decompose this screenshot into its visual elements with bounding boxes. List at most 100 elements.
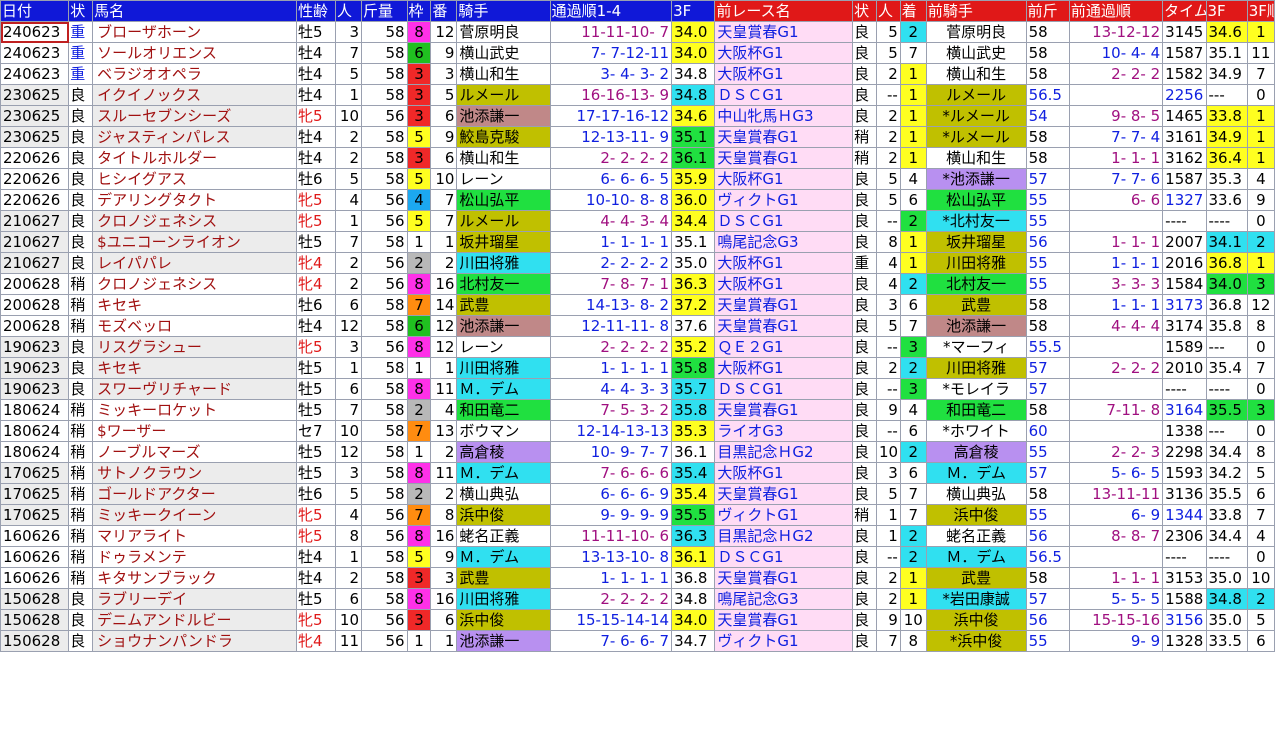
date-cell[interactable]: 220626 — [0, 147, 70, 169]
horse-number-cell: 1 — [430, 630, 458, 652]
col-header-prev-race[interactable]: 前レース名 — [714, 0, 854, 22]
date-cell[interactable]: 230625 — [0, 105, 70, 127]
col-header-number[interactable]: 番 — [430, 0, 458, 22]
date-cell[interactable]: 150628 — [0, 588, 70, 610]
date-cell[interactable]: 150628 — [0, 630, 70, 652]
table-row[interactable]: 170625 稍サトノクラウン 牡5 3 58 8 11 Ｍ．デム 7- 6- 6- 6 35.4… — [0, 462, 1275, 484]
date-cell[interactable]: 200628 — [0, 294, 70, 316]
col-header-horse[interactable]: 馬名 — [92, 0, 297, 22]
date-cell[interactable]: 240623 — [0, 21, 70, 43]
table-row[interactable]: 210627 良レイパパレ 牝4 2 56 2 2 川田将雅 2- 2- 2- 2 35.0 大阪杯… — [0, 252, 1275, 274]
date-cell[interactable]: 160626 — [0, 546, 70, 568]
table-row[interactable]: 230625 良スルーセブンシーズ 牝5 10 56 3 6 池添謙一 17-17-16-12 3… — [0, 105, 1275, 127]
date-cell[interactable]: 170625 — [0, 504, 70, 526]
table-row[interactable]: 230625 良イクイノックス 牡4 1 58 3 5 ルメール 16-16-13- 9 34.8… — [0, 84, 1275, 106]
table-row[interactable]: 220626 良ヒシイグアス 牡6 5 58 5 10 レーン 6- 6- 6- 5 35.9 大阪… — [0, 168, 1275, 190]
table-row[interactable]: 170625 稍ゴールドアクター 牡6 5 58 2 2 横山典弘 6- 6- 6- 9 35.4… — [0, 483, 1275, 505]
col-header-popularity[interactable]: 人 — [334, 0, 363, 22]
date-cell[interactable]: 200628 — [0, 273, 70, 295]
table-row[interactable]: 200628 稍モズベッロ 牡4 12 58 6 12 池添謙一 12-11-11- 8 37.6… — [0, 315, 1275, 337]
table-row[interactable]: 200628 稍キセキ 牡6 6 58 7 14 武豊 14-13- 8- 2 37.2 天皇賞春G… — [0, 294, 1275, 316]
table-row[interactable]: 240623 重ベラジオオペラ 牡4 5 58 3 3 横山和生 3- 4- 3- 2 34.8 大… — [0, 63, 1275, 85]
col-header-prev-time[interactable]: タイム — [1162, 0, 1207, 22]
date-cell[interactable]: 160626 — [0, 525, 70, 547]
prev-race-name-cell: 天皇賞春G1 — [714, 567, 854, 589]
popularity-cell: 2 — [334, 252, 363, 274]
table-row[interactable]: 180624 稍ミッキーロケット 牡5 7 58 2 4 和田竜二 7- 5- 3- 2 35.8… — [0, 399, 1275, 421]
date-cell[interactable]: 210627 — [0, 231, 70, 253]
jockey-cell: ルメール — [456, 210, 551, 232]
col-header-prev-3f[interactable]: 3F — [1205, 0, 1248, 22]
date-cell[interactable]: 180624 — [0, 399, 70, 421]
prev-race-name-cell: ＤＳＣG1 — [714, 546, 854, 568]
prev-time-cell: ---- — [1162, 378, 1207, 400]
prev-time-cell: 1327 — [1162, 189, 1207, 211]
table-row[interactable]: 210627 良 $ユニコーンライオン 牡5 7 58 1 1 坂井瑠星 1- 1- 1- 1 35… — [0, 231, 1275, 253]
table-row[interactable]: 160626 稍ドゥラメンテ 牡4 1 58 5 9 Ｍ．デム 13-13-10- 8 36.1 Ｄ… — [0, 546, 1275, 568]
col-header-prev-weight[interactable]: 前斤 — [1025, 0, 1070, 22]
track-cell: 稍 — [68, 273, 94, 295]
prev-finish-cell: 1 — [899, 252, 927, 274]
table-row[interactable]: 180624 稍 $ワーザー セ7 10 58 7 13 ボウマン 12-14-13-13 35.3… — [0, 420, 1275, 442]
col-header-prev-passing[interactable]: 前通過順 — [1068, 0, 1164, 22]
col-header-prev-jockey[interactable]: 前騎手 — [925, 0, 1027, 22]
date-cell[interactable]: 220626 — [0, 189, 70, 211]
col-header-weight[interactable]: 斤量 — [361, 0, 408, 22]
table-row[interactable]: 170625 稍ミッキークイーン 牝5 4 56 7 8 浜中俊 9- 9- 9- 9 35.5 ヴ… — [0, 504, 1275, 526]
date-cell[interactable]: 210627 — [0, 252, 70, 274]
date-cell[interactable]: 170625 — [0, 483, 70, 505]
table-row[interactable]: 160626 稍マリアライト 牝5 8 56 8 16 蛯名正義 11-11-10- 6 36.3… — [0, 525, 1275, 547]
table-row[interactable]: 240623 重ソールオリエンス 牡4 7 58 6 9 横山武史 7- 7-12-11 34.0… — [0, 42, 1275, 64]
table-row[interactable]: 240623 重ブローザホーン 牡5 3 58 8 12 菅原明良 11-11-10- 7 34.… — [0, 21, 1275, 43]
date-cell[interactable]: 180624 — [0, 441, 70, 463]
track-cell: 良 — [68, 336, 94, 358]
date-cell[interactable]: 220626 — [0, 168, 70, 190]
date-cell[interactable]: 150628 — [0, 609, 70, 631]
col-header-prev-pop[interactable]: 人 — [875, 0, 901, 22]
prev-weight-cell: 55.5 — [1025, 336, 1070, 358]
col-header-prev-finish[interactable]: 着 — [899, 0, 927, 22]
col-header-passing[interactable]: 通過順1-4 — [549, 0, 673, 22]
date-cell[interactable]: 230625 — [0, 126, 70, 148]
table-row[interactable]: 190623 良リスグラシュー 牝5 3 56 8 12 レーン 2- 2- 2- 2 35.2 Ｑ… — [0, 336, 1275, 358]
date-cell[interactable]: 190623 — [0, 357, 70, 379]
table-row[interactable]: 220626 良デアリングタクト 牝5 4 56 4 7 松山弘平 10-10- 8- 8 36.… — [0, 189, 1275, 211]
date-cell[interactable]: 240623 — [0, 42, 70, 64]
col-header-waku[interactable]: 枠 — [406, 0, 432, 22]
table-row[interactable]: 190623 良スワーヴリチャード 牡5 6 58 8 11 Ｍ．デム 4- 4- 3- 3 35… — [0, 378, 1275, 400]
date-cell[interactable]: 170625 — [0, 462, 70, 484]
col-header-sex-age[interactable]: 性齢 — [295, 0, 337, 22]
prev-race-name-cell: 鳴尾記念G3 — [714, 588, 854, 610]
table-row[interactable]: 180624 稍ノーブルマーズ 牡5 12 58 1 2 高倉稜 10- 9- 7- 7 36.1… — [0, 441, 1275, 463]
col-header-track[interactable]: 状 — [68, 0, 94, 22]
col-header-prev-track[interactable]: 状 — [852, 0, 877, 22]
prev-3f-cell: 36.4 — [1205, 147, 1248, 169]
prev-passing-cell: 4- 4- 4 — [1068, 315, 1164, 337]
table-row[interactable]: 150628 良ショウナンパンドラ 牝4 11 56 1 1 池添謙一 7- 6- 6- 7 34… — [0, 630, 1275, 652]
col-header-jockey[interactable]: 騎手 — [456, 0, 551, 22]
table-row[interactable]: 220626 良タイトルホルダー 牡4 2 58 3 6 横山和生 2- 2- 2- 2 36.1… — [0, 147, 1275, 169]
prev-passing-cell: 1- 1- 1 — [1068, 147, 1164, 169]
col-header-3f[interactable]: 3F — [671, 0, 716, 22]
last-3f-cell: 35.8 — [671, 357, 716, 379]
table-row[interactable]: 210627 良クロノジェネシス 牝5 1 56 5 7 ルメール 4- 4- 3- 4 34.4… — [0, 210, 1275, 232]
table-row[interactable]: 150628 良デニムアンドルビー 牝5 10 56 3 6 浜中俊 15-15-14-14 34… — [0, 609, 1275, 631]
date-cell[interactable]: 240623 — [0, 63, 70, 85]
table-row[interactable]: 200628 稍クロノジェネシス 牝4 2 56 8 16 北村友一 7- 8- 7- 1 36.… — [0, 273, 1275, 295]
table-row[interactable]: 190623 良キセキ 牡5 1 58 1 1 川田将雅 1- 1- 1- 1 35.8 大阪杯G1… — [0, 357, 1275, 379]
table-row[interactable]: 150628 良ラブリーデイ 牡5 6 58 8 16 川田将雅 2- 2- 2- 2 34.8 鳴… — [0, 588, 1275, 610]
date-cell[interactable]: 160626 — [0, 567, 70, 589]
date-cell[interactable]: 190623 — [0, 336, 70, 358]
date-cell[interactable]: 210627 — [0, 210, 70, 232]
date-cell[interactable]: 180624 — [0, 420, 70, 442]
table-row[interactable]: 160626 稍キタサンブラック 牡4 2 58 3 3 武豊 1- 1- 1- 1 36.8 天皇… — [0, 567, 1275, 589]
jockey-cell: 浜中俊 — [456, 504, 551, 526]
date-cell[interactable]: 230625 — [0, 84, 70, 106]
prev-3f-rank-cell: 7 — [1246, 63, 1275, 85]
col-header-prev-3f-rank[interactable]: 3F順 — [1246, 0, 1275, 22]
table-row[interactable]: 230625 良ジャスティンパレス 牡4 2 58 5 9 鮫島克駿 12-13-11- 9 35… — [0, 126, 1275, 148]
date-cell[interactable]: 190623 — [0, 378, 70, 400]
date-cell[interactable]: 200628 — [0, 315, 70, 337]
prev-passing-cell: 5- 6- 5 — [1068, 462, 1164, 484]
col-header-date[interactable]: 日付 — [0, 0, 70, 22]
